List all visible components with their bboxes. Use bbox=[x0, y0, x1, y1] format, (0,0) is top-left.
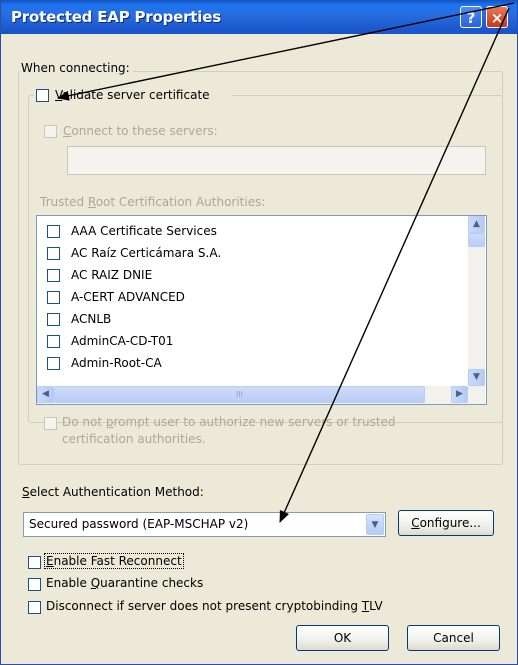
title-bar[interactable]: Protected EAP Properties ? × bbox=[1, 1, 517, 34]
ca-label: Admin-Root-CA bbox=[71, 356, 162, 370]
validate-cert-checkbox-visual[interactable] bbox=[36, 89, 49, 102]
ca-checkbox[interactable] bbox=[47, 269, 60, 282]
vertical-scrollbar[interactable]: ▲ ▼ bbox=[468, 216, 485, 386]
scroll-right-arrow-icon[interactable]: ▶ bbox=[451, 386, 468, 403]
scroll-down-arrow-icon[interactable]: ▼ bbox=[468, 369, 485, 386]
ca-checkbox[interactable] bbox=[47, 357, 60, 370]
ca-list[interactable]: AAA Certificate Services AC Raíz Certicá… bbox=[36, 215, 487, 405]
ca-label: AC Raíz Certicámara S.A. bbox=[71, 246, 222, 260]
trusted-root-label: Trusted Root Certification Authorities: bbox=[40, 195, 266, 209]
configure-button[interactable]: Configure... bbox=[398, 510, 494, 536]
fast-reconnect-label[interactable]: Enable Fast Reconnect bbox=[44, 553, 184, 569]
fast-reconnect-checkbox[interactable] bbox=[28, 556, 41, 569]
ca-checkbox[interactable] bbox=[47, 313, 60, 326]
scroll-grip-icon: III bbox=[235, 390, 244, 399]
no-prompt-label-line2: certification authorities. bbox=[62, 432, 206, 446]
help-button[interactable]: ? bbox=[460, 6, 482, 28]
window-title: Protected EAP Properties bbox=[11, 8, 221, 26]
ca-checkbox[interactable] bbox=[47, 225, 60, 238]
servers-input[interactable] bbox=[67, 146, 486, 175]
no-prompt-label-line1: Do not prompt user to authorize new serv… bbox=[62, 415, 396, 429]
ca-label: AdminCA-CD-T01 bbox=[71, 334, 174, 348]
auth-method-label: Select Authentication Method: bbox=[22, 485, 204, 499]
chevron-down-icon[interactable]: ▼ bbox=[366, 514, 384, 535]
cryptobinding-checkbox[interactable] bbox=[28, 601, 41, 614]
scroll-up-arrow-icon[interactable]: ▲ bbox=[468, 216, 485, 233]
connect-servers-checkbox[interactable] bbox=[44, 125, 57, 138]
help-icon: ? bbox=[466, 9, 476, 27]
ca-label: ACNLB bbox=[71, 312, 112, 326]
ca-label: A-CERT ADVANCED bbox=[71, 290, 185, 304]
cryptobinding-label[interactable]: Disconnect if server does not present cr… bbox=[46, 599, 383, 613]
ca-checkbox[interactable] bbox=[47, 335, 60, 348]
quarantine-checkbox[interactable] bbox=[28, 578, 41, 591]
ca-label: AAA Certificate Services bbox=[71, 224, 217, 238]
dialog-window: Protected EAP Properties ? × When connec… bbox=[0, 0, 518, 665]
ok-button[interactable]: OK bbox=[296, 625, 389, 651]
close-button[interactable]: × bbox=[486, 6, 508, 28]
when-connecting-label: When connecting: bbox=[21, 61, 133, 75]
auth-method-select[interactable]: Secured password (EAP-MSCHAP v2) ▼ bbox=[23, 512, 386, 537]
connect-servers-label: Connect to these servers: bbox=[63, 124, 218, 138]
ca-checkbox[interactable] bbox=[47, 247, 60, 260]
close-icon: × bbox=[490, 9, 504, 27]
quarantine-label[interactable]: Enable Quarantine checks bbox=[46, 576, 203, 590]
horizontal-scroll-thumb[interactable]: III bbox=[54, 386, 425, 403]
validate-cert-text: Validate server certificate bbox=[55, 88, 210, 102]
ca-checkbox[interactable] bbox=[47, 291, 60, 304]
auth-method-value: Secured password (EAP-MSCHAP v2) bbox=[29, 517, 249, 531]
no-prompt-checkbox[interactable] bbox=[44, 417, 57, 430]
horizontal-scrollbar[interactable]: ◀ III ▶ bbox=[37, 386, 485, 404]
ca-label: AC RAIZ DNIE bbox=[71, 268, 153, 282]
cancel-button[interactable]: Cancel bbox=[407, 625, 500, 651]
scroll-left-arrow-icon[interactable]: ◀ bbox=[37, 386, 54, 403]
vertical-scroll-thumb[interactable] bbox=[468, 233, 485, 247]
